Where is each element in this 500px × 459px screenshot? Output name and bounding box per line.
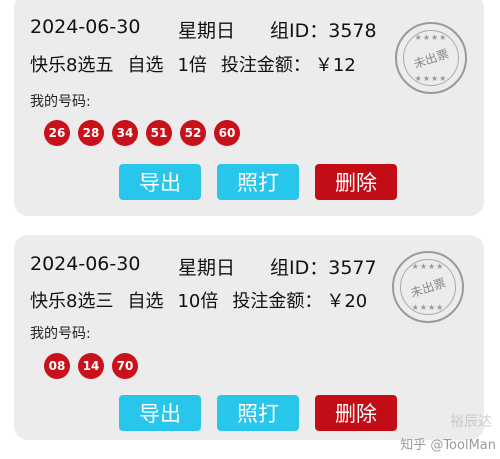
stamp-stars-icon: ★★★★ (414, 74, 448, 83)
ticket-info: 快乐8选五 自选 1倍 投注金额： ￥12 (30, 51, 370, 77)
stamp-stars-icon: ★★★★ (411, 262, 445, 271)
ticket-date: 2024-06-30 (30, 253, 141, 275)
ticket-pick-type: 自选 (127, 291, 164, 312)
ticket-amount-label: 投注金额： (220, 55, 311, 76)
ticket-pick-type: 自选 (127, 55, 164, 76)
ticket-date: 2024-06-30 (30, 16, 141, 38)
my-numbers-label: 我的号码: (30, 326, 91, 342)
ticket-header: 2024-06-30 星期日 组ID：3577 (30, 253, 377, 280)
number-balls: 08 14 70 (44, 353, 146, 379)
stamp-text: 未出票 (408, 275, 448, 300)
not-issued-stamp-icon: ★★★★ 未出票 ★★★★ (395, 22, 467, 94)
ticket-info: 快乐8选三 自选 10倍 投注金额： ￥20 (30, 287, 381, 313)
ticket-weekday: 星期日 (178, 257, 236, 279)
ticket-game: 快乐8选三 (30, 291, 114, 312)
delete-button[interactable]: 删除 (315, 164, 397, 200)
ticket-game: 快乐8选五 (30, 55, 114, 76)
number-ball: 60 (214, 120, 240, 146)
watermark-logo: 裕辰达 (450, 414, 492, 430)
ticket-group-id: 组ID：3578 (270, 20, 377, 42)
not-issued-stamp-icon: ★★★★ 未出票 ★★★★ (392, 251, 464, 323)
ticket-multiplier: 1倍 (177, 55, 207, 76)
number-balls: 26 28 34 51 52 60 (44, 120, 248, 146)
ticket-weekday: 星期日 (178, 20, 236, 42)
number-ball: 70 (112, 353, 138, 379)
stamp-text: 未出票 (411, 46, 451, 71)
ticket-amount: ￥20 (326, 291, 368, 312)
number-ball: 52 (180, 120, 206, 146)
number-ball: 14 (78, 353, 104, 379)
number-ball: 34 (112, 120, 138, 146)
ticket-actions: 导出 照打 删除 (119, 164, 413, 200)
ticket-amount: ￥12 (314, 55, 356, 76)
number-ball: 51 (146, 120, 172, 146)
watermark-text: 知乎 @ToolMan (400, 438, 496, 453)
number-ball: 08 (44, 353, 70, 379)
export-button[interactable]: 导出 (119, 164, 201, 200)
photo-print-button[interactable]: 照打 (217, 395, 299, 431)
number-ball: 26 (44, 120, 70, 146)
ticket-group-id: 组ID：3577 (270, 257, 377, 279)
number-ball: 28 (78, 120, 104, 146)
my-numbers-label: 我的号码: (30, 94, 91, 110)
ticket-multiplier: 10倍 (177, 291, 219, 312)
ticket-card: 2024-06-30 星期日 组ID：3577 快乐8选三 自选 10倍 投注金… (14, 235, 484, 440)
photo-print-button[interactable]: 照打 (217, 164, 299, 200)
ticket-card: 2024-06-30 星期日 组ID：3578 快乐8选五 自选 1倍 投注金额… (14, 0, 484, 216)
ticket-amount-label: 投注金额： (232, 291, 323, 312)
ticket-actions: 导出 照打 删除 (119, 395, 413, 431)
export-button[interactable]: 导出 (119, 395, 201, 431)
stamp-stars-icon: ★★★★ (414, 33, 448, 42)
stamp-stars-icon: ★★★★ (411, 303, 445, 312)
delete-button[interactable]: 删除 (315, 395, 397, 431)
ticket-header: 2024-06-30 星期日 组ID：3578 (30, 16, 377, 43)
